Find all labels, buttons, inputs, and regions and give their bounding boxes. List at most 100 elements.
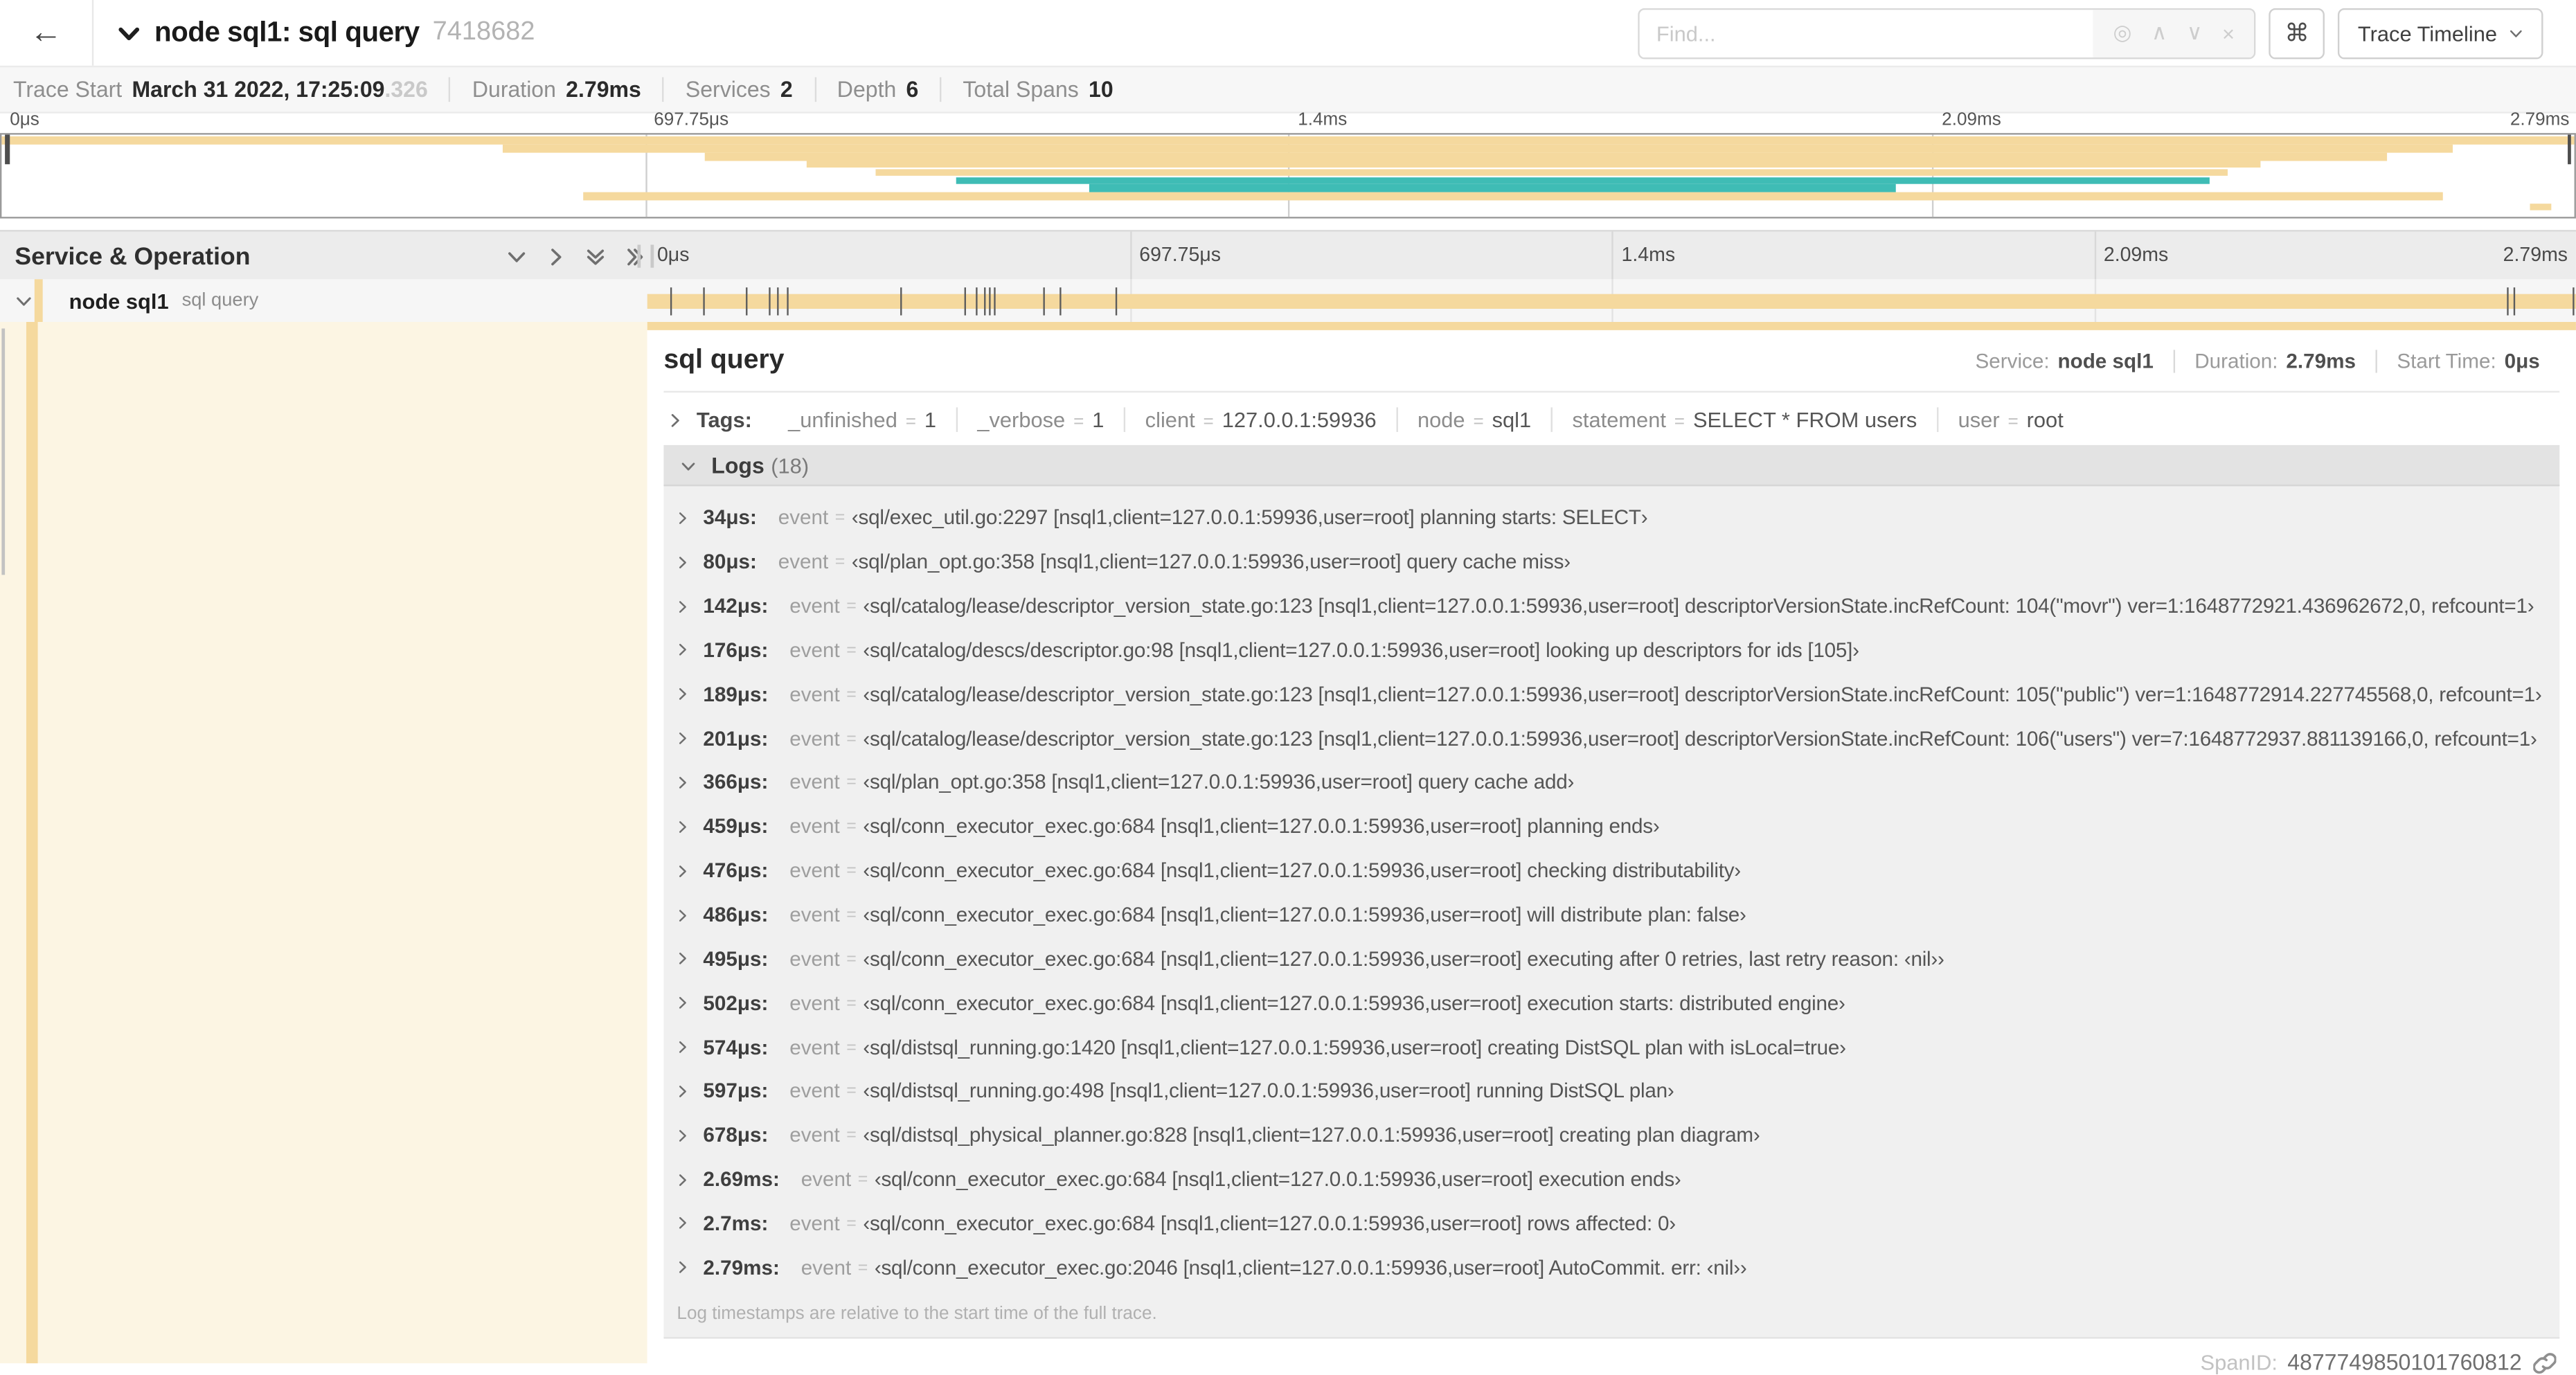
chevron-right-icon (675, 819, 690, 834)
tag-value: root (2026, 407, 2064, 432)
chevron-right-icon (675, 1128, 690, 1142)
log-entry[interactable]: 189μs: event = ‹sql/catalog/lease/descri… (663, 672, 2559, 717)
log-equals: = (834, 508, 846, 528)
collapse-one-level-icon[interactable] (506, 246, 528, 267)
log-entry[interactable]: 502μs: event = ‹sql/conn_executor_exec.g… (663, 981, 2559, 1025)
trace-info-item: Duration 2.79ms (449, 77, 663, 102)
log-entry[interactable]: 142μs: event = ‹sql/catalog/lease/descri… (663, 584, 2559, 629)
locate-icon[interactable]: ◎ (2113, 19, 2131, 46)
next-result-icon[interactable]: ∨ (2187, 19, 2203, 46)
log-message: ‹sql/conn_executor_exec.go:684 [nsql1,cl… (874, 1167, 1681, 1192)
log-message: ‹sql/exec_util.go:2297 [nsql1,client=127… (851, 506, 1648, 530)
tag-item: user = root (1936, 407, 2083, 432)
minimap-span-bar (2530, 202, 2552, 211)
log-field-name: event (778, 550, 829, 574)
log-equals: = (846, 1125, 857, 1146)
rows-scrollbar[interactable] (1, 328, 6, 575)
log-tick-mark (702, 286, 705, 315)
log-entry[interactable]: 2.69ms: event = ‹sql/conn_executor_exec.… (663, 1158, 2559, 1202)
span-detail-panel: sql query Service: node sql1 Duration: 2… (647, 321, 2576, 1375)
span-row-bar-column[interactable] (647, 279, 2576, 322)
log-message: ‹sql/catalog/lease/descriptor_version_st… (863, 683, 2542, 706)
service-operation-header: Service & Operation (0, 232, 662, 281)
log-equals: = (846, 1081, 857, 1102)
log-equals: = (857, 1257, 868, 1278)
log-entry[interactable]: 366μs: event = ‹sql/plan_opt.go:358 [nsq… (663, 761, 2559, 805)
chevron-down-icon (680, 458, 697, 474)
log-field-name: event (789, 1124, 840, 1147)
tag-equals: = (2007, 412, 2019, 432)
log-timestamp: 201μs: (703, 727, 769, 751)
span-detail-section: sql query Service: node sql1 Duration: 2… (0, 321, 2576, 1375)
tag-item: _verbose = 1 (956, 407, 1123, 432)
log-entry[interactable]: 2.7ms: event = ‹sql/conn_executor_exec.g… (663, 1201, 2559, 1246)
log-timestamp: 80μs: (703, 550, 757, 574)
trace-info-value: 2.79ms (566, 77, 641, 102)
log-timestamp: 2.7ms: (703, 1212, 769, 1235)
minimap-tick-label: 2.09ms (1942, 109, 2001, 130)
log-timestamp: 189μs: (703, 683, 769, 706)
log-message: ‹sql/distsql_running.go:1420 [nsql1,clie… (863, 1035, 1846, 1059)
trace-info-item: Trace Start March 31 2022, 17:25:09 .326 (13, 78, 449, 102)
span-detail-duration-bar (647, 321, 2576, 330)
tag-equals: = (1073, 412, 1084, 432)
log-entry[interactable]: 201μs: event = ‹sql/catalog/lease/descri… (663, 717, 2559, 761)
log-message: ‹sql/conn_executor_exec.go:2046 [nsql1,c… (874, 1256, 1747, 1279)
minimap-left-drag-handle[interactable] (5, 134, 10, 165)
log-tick-mark (1044, 286, 1046, 315)
minimap-tick-label: 1.4ms (1298, 109, 1348, 130)
log-field-name: event (789, 815, 840, 838)
log-equals: = (834, 552, 846, 573)
log-tick-mark (786, 286, 788, 315)
span-operation-name: sql query (181, 290, 259, 311)
chevron-right-icon (675, 555, 690, 569)
log-entry[interactable]: 176μs: event = ‹sql/catalog/descs/descri… (663, 629, 2559, 673)
log-entry[interactable]: 2.79ms: event = ‹sql/conn_executor_exec.… (663, 1246, 2559, 1290)
clear-search-icon[interactable]: × (2222, 21, 2235, 46)
collapse-all-icon[interactable] (585, 246, 607, 267)
log-entry[interactable]: 574μs: event = ‹sql/distsql_running.go:1… (663, 1025, 2559, 1070)
chevron-right-icon (675, 1172, 690, 1187)
span-meta-label: Service: (1975, 349, 2050, 372)
timeline-minimap[interactable] (0, 133, 2576, 219)
log-entry[interactable]: 80μs: event = ‹sql/plan_opt.go:358 [nsql… (663, 540, 2559, 584)
span-duration-bar[interactable] (647, 293, 2576, 308)
span-detail-title-row[interactable]: sql query Service: node sql1 Duration: 2… (663, 330, 2560, 393)
chevron-right-icon (675, 511, 690, 525)
span-row[interactable]: node sql1 sql query (0, 279, 2576, 322)
log-field-name: event (789, 683, 840, 706)
log-entry[interactable]: 459μs: event = ‹sql/conn_executor_exec.g… (663, 805, 2559, 849)
log-timestamp: 486μs: (703, 903, 769, 927)
expand-one-level-icon[interactable] (546, 246, 567, 267)
keyboard-shortcuts-button[interactable]: ⌘ (2269, 7, 2325, 59)
collapse-trace-chevron-down-icon[interactable] (116, 21, 141, 46)
log-equals: = (846, 993, 857, 1014)
log-entry[interactable]: 678μs: event = ‹sql/distsql_physical_pla… (663, 1113, 2559, 1158)
log-entry[interactable]: 597μs: event = ‹sql/distsql_running.go:4… (663, 1069, 2559, 1113)
log-entry[interactable]: 476μs: event = ‹sql/conn_executor_exec.g… (663, 849, 2559, 893)
back-button[interactable]: ← (0, 0, 94, 66)
find-box: ◎ ∧ ∨ × (1638, 7, 2256, 59)
log-timestamp: 678μs: (703, 1124, 769, 1147)
tag-equals: = (1674, 412, 1685, 432)
log-entry[interactable]: 495μs: event = ‹sql/conn_executor_exec.g… (663, 937, 2559, 981)
timeline-tick-label: 0μs (656, 243, 690, 267)
log-timestamp: 366μs: (703, 771, 769, 795)
trace-view-selector[interactable]: Trace Timeline (2338, 7, 2543, 59)
log-equals: = (857, 1169, 868, 1189)
deep-link-icon[interactable] (2533, 1351, 2557, 1374)
trace-info-label: Services (685, 77, 771, 102)
tags-section[interactable]: Tags: _unfinished = 1 _verbose = 1 clien… (663, 393, 2559, 445)
log-entry[interactable]: 34μs: event = ‹sql/exec_util.go:2297 [ns… (663, 496, 2559, 540)
log-tick-mark (769, 286, 771, 315)
log-message: ‹sql/catalog/descs/descriptor.go:98 [nsq… (863, 638, 1859, 662)
span-collapse-chevron-down-icon[interactable] (15, 291, 33, 309)
logs-header[interactable]: Logs (18) (663, 447, 2560, 487)
log-entry[interactable]: 486μs: event = ‹sql/conn_executor_exec.g… (663, 893, 2559, 937)
minimap-right-drag-handle[interactable] (2566, 134, 2571, 165)
service-operation-title: Service & Operation (15, 242, 251, 271)
prev-result-icon[interactable]: ∧ (2152, 19, 2167, 46)
find-input[interactable] (1640, 9, 2094, 57)
trace-info-item: Total Spans 10 (940, 77, 1134, 102)
chevron-right-icon (667, 411, 683, 428)
